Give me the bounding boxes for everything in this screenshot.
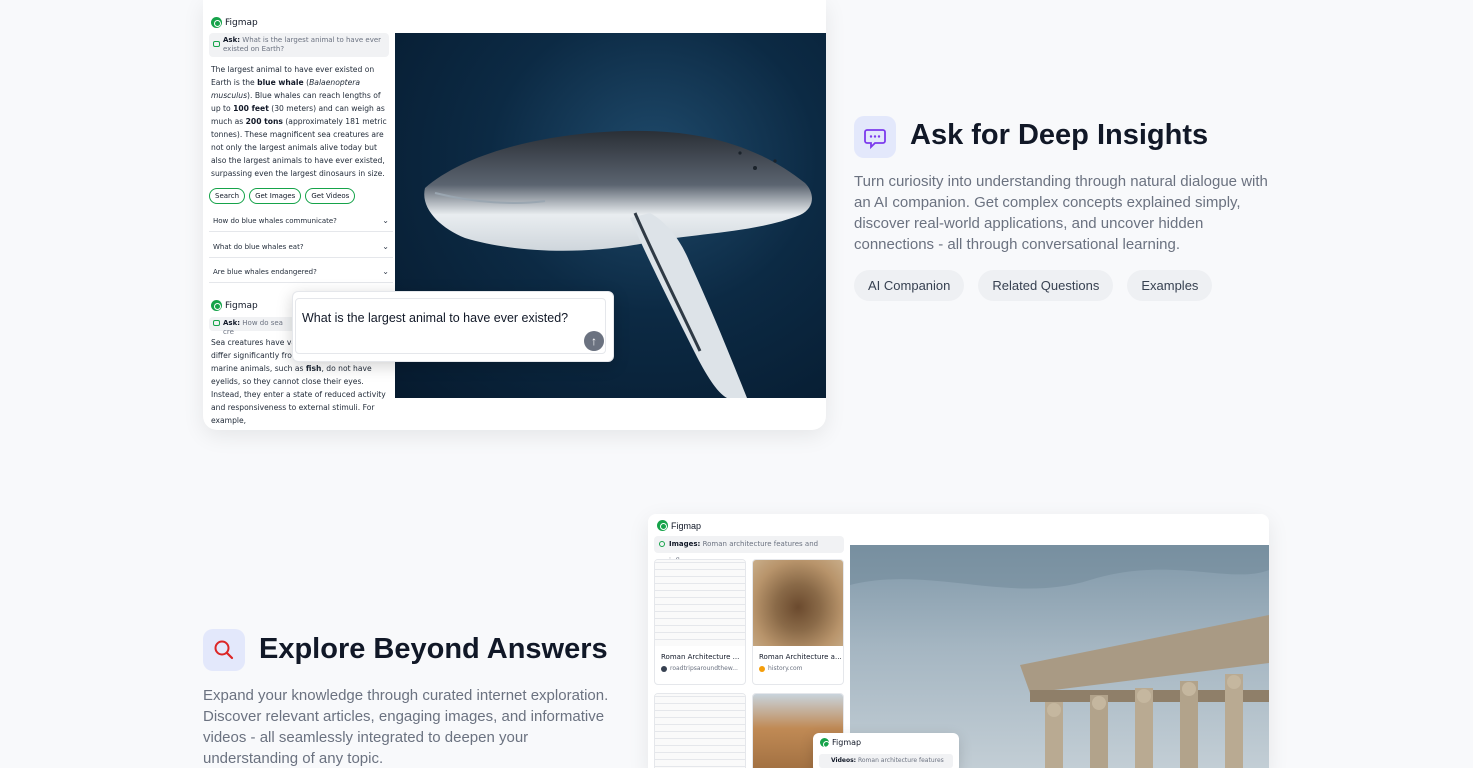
brand-name: Figmap (832, 738, 862, 747)
brand-second: Figmap (211, 300, 258, 311)
prompt-box[interactable]: What is the largest animal to have ever … (292, 291, 614, 362)
brand: Figmap (820, 738, 862, 748)
answer-bold: fish (305, 364, 322, 373)
search-icon (659, 541, 665, 547)
prompt-input-frame (295, 298, 606, 354)
chevron-down-icon: ⌄ (382, 216, 389, 225)
image-result-title: Roman Architecture a... (759, 653, 842, 661)
source-favicon-icon (759, 665, 765, 672)
chevron-down-icon: ⌄ (382, 267, 389, 276)
figmap-logo-icon (211, 300, 222, 311)
answer-part: (approximately 181 metric tonnes). These… (211, 117, 387, 178)
action-pills: Search Get Images Get Videos (209, 188, 356, 204)
related-question[interactable]: How do blue whales communicate? ⌄ (209, 210, 393, 232)
answer-bold: 100 feet (233, 104, 269, 113)
colosseum-image (753, 560, 843, 646)
send-button[interactable]: ↑ (584, 331, 604, 351)
figmap-logo-icon (211, 17, 222, 28)
section1-description: Turn curiosity into understanding throug… (854, 173, 1268, 253)
ask-label: Ask: (223, 36, 241, 44)
ask-query-box-second: Ask: How do sea cre (209, 317, 299, 336)
related-question-text: Are blue whales endangered? (213, 267, 317, 276)
image-result-source: roadtripsaroundthew... (655, 661, 745, 672)
section2-icon-tile (203, 629, 245, 671)
chat-bubble-icon (864, 129, 886, 150)
answer-text: The largest animal to have ever existed … (211, 63, 389, 180)
architecture-sketch-image (655, 560, 745, 646)
image-result-title: Roman Architecture ... (661, 653, 740, 661)
demo-card-ask: Figmap Ask: What is the largest animal t… (203, 0, 826, 430)
section1-title: Ask for Deep Insights (910, 119, 1209, 151)
image-result-source-text: history.com (768, 665, 803, 672)
search-button[interactable]: Search (209, 188, 246, 204)
image-result-source: history.com (753, 661, 843, 672)
related-question[interactable]: Are blue whales endangered? ⌄ (209, 261, 393, 283)
figmap-logo-icon (820, 738, 830, 748)
chat-bubble-icon (213, 320, 220, 326)
related-question[interactable]: What do blue whales eat? ⌄ (209, 236, 393, 258)
brand-name: Figmap (225, 300, 258, 311)
architecture-sketch-image (655, 694, 745, 768)
answer-part: Sea creatures have va (211, 338, 296, 347)
demo-card-explore: Figmap Images: Roman architecture featur… (648, 514, 1269, 768)
source-favicon-icon (661, 665, 667, 672)
images-label: Images: (669, 540, 701, 548)
answer-part: , do not have eyelids, so they cannot cl… (211, 364, 386, 425)
ask-query-box: Ask: What is the largest animal to have … (209, 33, 389, 57)
image-result[interactable]: Roman Architecture a... history.com (752, 559, 844, 685)
related-question-text: How do blue whales communicate? (213, 216, 337, 225)
image-result[interactable] (654, 693, 746, 768)
videos-query: Roman architecture features (857, 757, 944, 764)
videos-label: Videos: (831, 757, 857, 764)
brand: Figmap (657, 520, 701, 531)
search-icon (214, 640, 234, 660)
figmap-logo-icon (657, 520, 668, 531)
answer-part: marine animals, such as (211, 364, 306, 373)
ask-query: What is the largest animal to have ever … (223, 36, 382, 53)
section1-tags: AI Companion Related Questions Examples (854, 270, 1213, 301)
answer-bold: 200 tons (245, 117, 283, 126)
ask-label: Ask: (223, 319, 241, 327)
image-result[interactable]: Roman Architecture ... roadtripsaroundth… (654, 559, 746, 685)
chat-panel: Figmap Ask: What is the largest animal t… (203, 0, 395, 430)
chat-bubble-icon (213, 41, 220, 47)
section1-icon-tile (854, 116, 896, 158)
brand: Figmap (211, 17, 258, 28)
answer-bold: blue whale (257, 78, 304, 87)
section2-description: Expand your knowledge through curated in… (203, 687, 609, 767)
image-result-source-text: roadtripsaroundthew... (670, 665, 738, 672)
section2-title: Explore Beyond Answers (259, 633, 608, 665)
videos-query-box: Videos: Roman architecture features (819, 754, 953, 768)
tag-examples[interactable]: Examples (1127, 270, 1213, 301)
related-question-text: What do blue whales eat? (213, 242, 304, 251)
brand-name: Figmap (671, 520, 702, 531)
images-query-box: Images: Roman architecture features and … (654, 536, 844, 565)
chevron-down-icon: ⌄ (382, 242, 389, 251)
videos-panel: Figmap Videos: Roman architecture featur… (813, 733, 959, 768)
tag-ai-companion[interactable]: AI Companion (854, 270, 965, 301)
get-images-button[interactable]: Get Images (249, 188, 302, 204)
answer-part: differ significantly fro (211, 351, 292, 360)
prompt-input[interactable]: What is the largest animal to have ever … (302, 311, 568, 325)
brand-name: Figmap (225, 17, 258, 28)
tag-related-questions[interactable]: Related Questions (978, 270, 1114, 301)
get-videos-button[interactable]: Get Videos (305, 188, 356, 204)
